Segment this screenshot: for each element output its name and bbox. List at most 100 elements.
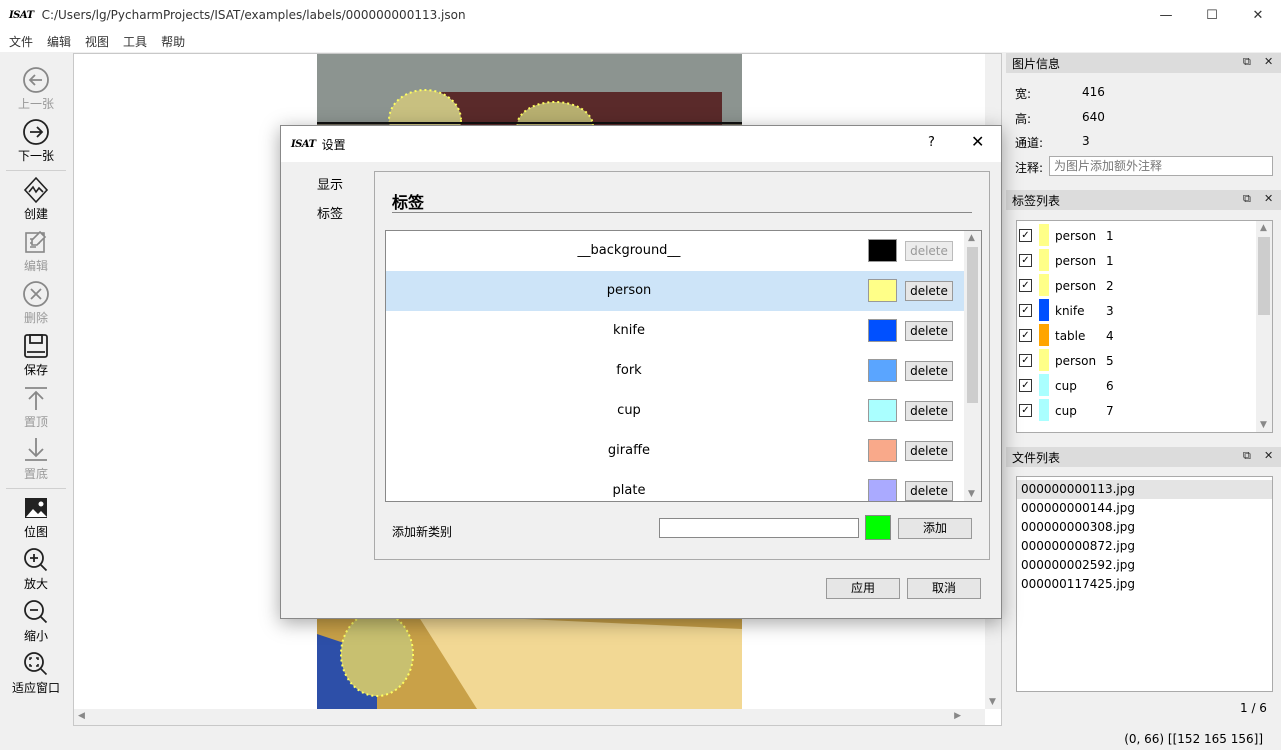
scroll-up-icon[interactable]: ▲ [968, 233, 975, 243]
dock-close-icon[interactable]: ✕ [1264, 449, 1273, 462]
delete-label-button[interactable]: delete [905, 281, 953, 301]
label-table-row[interactable]: plate delete [386, 471, 964, 501]
cancel-button[interactable]: 取消 [907, 578, 981, 599]
file-item[interactable]: 000000000872.jpg [1017, 537, 1272, 556]
height-value: 640 [1082, 110, 1105, 124]
image-info-dock: 图片信息 ⧉ ✕ [1006, 53, 1281, 73]
visibility-checkbox[interactable]: ✓ [1019, 229, 1032, 242]
dialog-close-button[interactable]: ✕ [971, 132, 984, 151]
float-icon[interactable]: ⧉ [1243, 449, 1251, 463]
new-label-input[interactable] [659, 518, 859, 538]
visibility-checkbox[interactable]: ✓ [1019, 304, 1032, 317]
zoom-in-button[interactable]: 放大 [0, 546, 72, 598]
file-item[interactable]: 000000002592.jpg [1017, 556, 1272, 575]
label-list-scrollbar[interactable]: ▲ ▼ [1256, 221, 1272, 432]
label-list-item[interactable]: ✓ table 4 [1017, 323, 1257, 348]
label-table-row[interactable]: cup delete [386, 391, 964, 431]
nav-labels[interactable]: 标签 [317, 203, 343, 222]
scroll-down-icon[interactable]: ▼ [968, 489, 975, 499]
next-image-label: 下一张 [17, 149, 54, 163]
label-color-button[interactable] [868, 399, 897, 422]
menu-file[interactable]: 文件 [2, 33, 40, 50]
zoom-in-label: 放大 [23, 577, 48, 591]
add-label-button[interactable]: 添加 [898, 518, 972, 539]
file-item[interactable]: 000000000144.jpg [1017, 499, 1272, 518]
label-table-scrollbar[interactable]: ▲ ▼ [964, 231, 981, 501]
label-table-row[interactable]: fork delete [386, 351, 964, 391]
label-color-button[interactable] [868, 319, 897, 342]
delete-label-button[interactable]: delete [905, 481, 953, 501]
label-list-item[interactable]: ✓ person 1 [1017, 223, 1257, 248]
scroll-left-icon[interactable]: ◀ [78, 711, 85, 721]
file-item[interactable]: 000000000308.jpg [1017, 518, 1272, 537]
scrollbar-thumb[interactable] [1258, 237, 1270, 315]
fit-window-button[interactable]: 适应窗口 [0, 650, 72, 702]
dock-close-icon[interactable]: ✕ [1264, 192, 1273, 205]
delete-label-button[interactable]: delete [905, 241, 953, 261]
new-label-color-button[interactable] [865, 515, 891, 540]
delete-label-button[interactable]: delete [905, 321, 953, 341]
delete-label-button[interactable]: delete [905, 441, 953, 461]
visibility-checkbox[interactable]: ✓ [1019, 404, 1032, 417]
label-list-item[interactable]: ✓ cup 7 [1017, 398, 1257, 423]
delete-label-button[interactable]: delete [905, 361, 953, 381]
next-image-button[interactable]: 下一张 [0, 118, 72, 170]
create-button[interactable]: 创建 [0, 176, 72, 228]
delete-label-button[interactable]: delete [905, 401, 953, 421]
visibility-checkbox[interactable]: ✓ [1019, 379, 1032, 392]
label-table-row[interactable]: __background__ delete [386, 231, 964, 271]
file-item[interactable]: 000000000113.jpg [1017, 480, 1272, 499]
label-color-button[interactable] [868, 239, 897, 262]
minimize-button[interactable]: — [1143, 0, 1189, 30]
help-button[interactable]: ? [928, 135, 935, 150]
label-list-item[interactable]: ✓ person 1 [1017, 248, 1257, 273]
bitmap-button[interactable]: 位图 [0, 494, 72, 546]
visibility-checkbox[interactable]: ✓ [1019, 329, 1032, 342]
save-button[interactable]: 保存 [0, 332, 72, 384]
zoom-out-icon [24, 600, 48, 624]
scroll-down-icon[interactable]: ▼ [1260, 420, 1267, 430]
scroll-down-icon[interactable]: ▼ [989, 697, 996, 707]
zoom-out-button[interactable]: 缩小 [0, 598, 72, 650]
label-list-item[interactable]: ✓ person 2 [1017, 273, 1257, 298]
menu-help[interactable]: 帮助 [154, 33, 192, 50]
dock-close-icon[interactable]: ✕ [1264, 55, 1273, 68]
visibility-checkbox[interactable]: ✓ [1019, 354, 1032, 367]
label-list-item[interactable]: ✓ person 5 [1017, 348, 1257, 373]
label-color-button[interactable] [868, 479, 897, 501]
scroll-right-icon[interactable]: ▶ [954, 711, 961, 721]
label-color-button[interactable] [868, 279, 897, 302]
label-name: fork [616, 363, 642, 378]
prev-image-button[interactable]: 上一张 [0, 66, 72, 118]
label-table-row[interactable]: knife delete [386, 311, 964, 351]
label-list: ✓ person 1 ✓ person 1 ✓ person 2 ✓ knife… [1016, 220, 1273, 433]
edit-button[interactable]: 编辑 [0, 228, 72, 280]
nav-display[interactable]: 显示 [317, 174, 343, 193]
scrollbar-thumb[interactable] [967, 247, 978, 403]
float-icon[interactable]: ⧉ [1243, 55, 1251, 69]
image-info-title: 图片信息 [1012, 56, 1061, 71]
note-input[interactable]: 为图片添加额外注释 [1049, 156, 1273, 176]
apply-button[interactable]: 应用 [826, 578, 900, 599]
menu-edit[interactable]: 编辑 [40, 33, 78, 50]
delete-button[interactable]: 删除 [0, 280, 72, 332]
label-list-item[interactable]: ✓ cup 6 [1017, 373, 1257, 398]
visibility-checkbox[interactable]: ✓ [1019, 254, 1032, 267]
to-top-button[interactable]: 置顶 [0, 384, 72, 436]
label-table-row[interactable]: person delete [386, 271, 964, 311]
canvas-horizontal-scrollbar[interactable]: ◀ ▶ [74, 709, 985, 725]
label-name: cup [617, 403, 641, 418]
menu-tools[interactable]: 工具 [116, 33, 154, 50]
label-list-item[interactable]: ✓ knife 3 [1017, 298, 1257, 323]
close-window-button[interactable]: ✕ [1235, 0, 1281, 30]
label-color-button[interactable] [868, 439, 897, 462]
to-bottom-button[interactable]: 置底 [0, 436, 72, 488]
float-icon[interactable]: ⧉ [1243, 192, 1251, 206]
menu-view[interactable]: 视图 [78, 33, 116, 50]
scroll-up-icon[interactable]: ▲ [1260, 223, 1267, 233]
file-item[interactable]: 000000117425.jpg [1017, 575, 1272, 594]
maximize-button[interactable]: ☐ [1189, 0, 1235, 30]
label-color-button[interactable] [868, 359, 897, 382]
visibility-checkbox[interactable]: ✓ [1019, 279, 1032, 292]
label-table-row[interactable]: giraffe delete [386, 431, 964, 471]
